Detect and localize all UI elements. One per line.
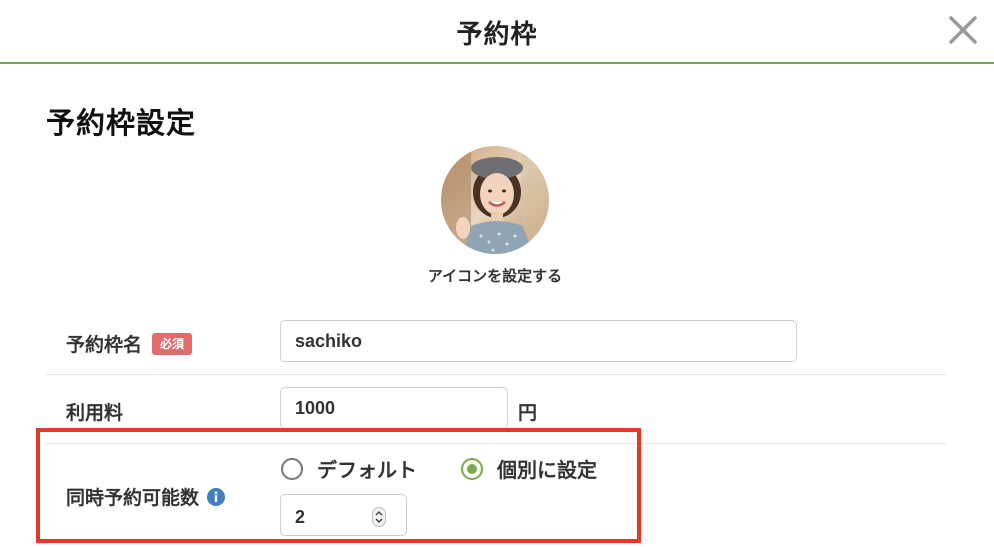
radio-default-label: デフォルト	[317, 460, 417, 482]
name-label-wrap: 予約枠名 必須	[66, 330, 193, 357]
avatar[interactable]	[441, 146, 549, 254]
number-spinner[interactable]	[372, 507, 386, 527]
fee-input[interactable]	[280, 387, 508, 429]
concurrent-number-value: 2	[295, 507, 306, 527]
radio-custom-circle[interactable]	[461, 457, 483, 480]
spinner-icon	[372, 507, 386, 527]
radio-custom[interactable]: 個別に設定	[461, 454, 597, 483]
divider	[46, 374, 946, 375]
concurrent-label-wrap: 同時予約可能数	[66, 483, 226, 510]
modal-header: 予約枠	[0, 0, 994, 64]
radio-custom-label: 個別に設定	[497, 460, 597, 482]
section-title: 予約枠設定	[46, 108, 197, 140]
required-badge: 必須	[152, 332, 193, 355]
close-button[interactable]	[944, 10, 984, 50]
radio-default-circle[interactable]	[281, 457, 303, 480]
set-icon-link[interactable]: アイコンを設定する	[395, 265, 595, 286]
info-icon[interactable]	[207, 487, 226, 506]
close-icon	[949, 16, 977, 44]
reservation-name-input[interactable]	[280, 320, 797, 362]
concurrent-label: 同時予約可能数	[66, 488, 200, 509]
name-label: 予約枠名	[66, 335, 143, 356]
fee-label: 利用料	[66, 403, 124, 424]
divider	[46, 443, 946, 444]
concurrent-number-input[interactable]: 2	[280, 494, 407, 536]
fee-unit: 円	[518, 403, 538, 424]
avatar-image	[441, 146, 549, 254]
modal-title: 予約枠	[456, 19, 538, 49]
radio-default[interactable]: デフォルト	[281, 454, 417, 483]
